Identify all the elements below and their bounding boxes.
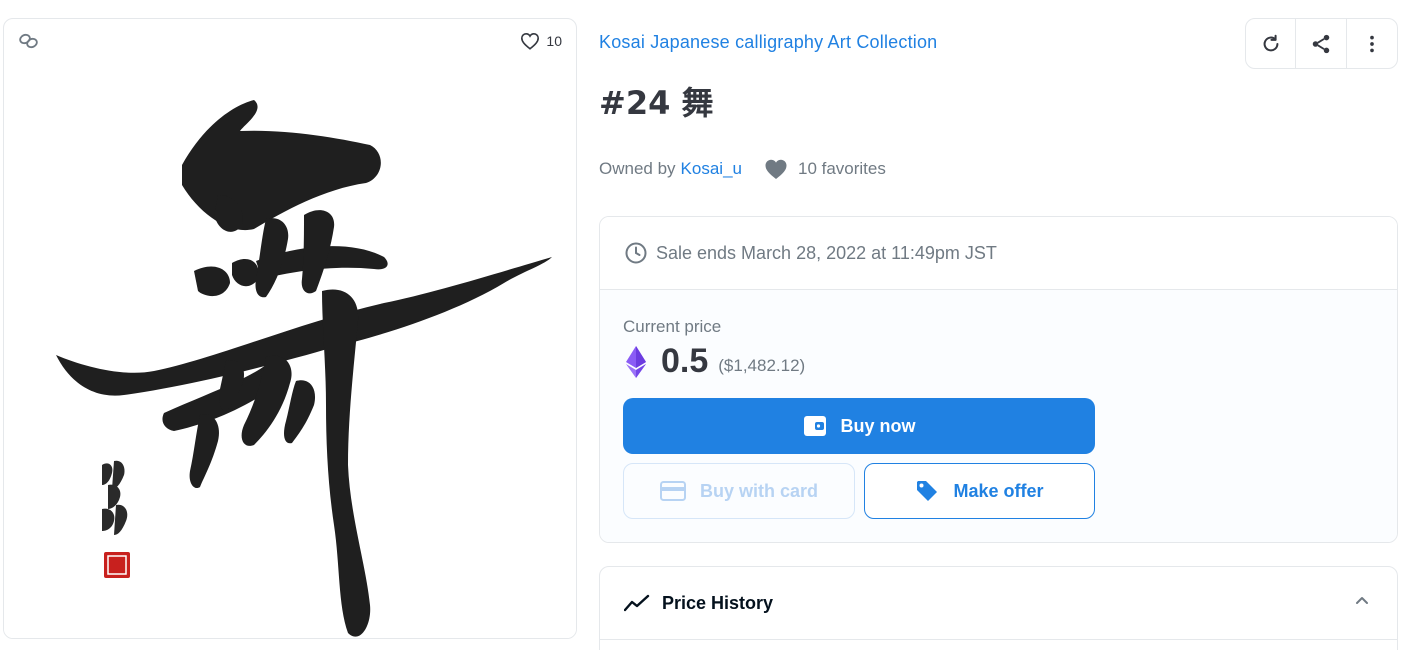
refresh-icon — [1263, 34, 1279, 51]
make-offer-label: Make offer — [953, 480, 1044, 501]
clock-icon — [625, 242, 647, 264]
more-vertical-icon — [1370, 35, 1374, 52]
sale-ends-header: Sale ends March 28, 2022 at 11:49pm JST — [600, 217, 1397, 290]
share-button[interactable] — [1296, 19, 1347, 68]
price-usd: ($1,482.12) — [718, 355, 806, 375]
buy-with-card-button[interactable]: Buy with card — [623, 463, 855, 519]
owned-by-label: Owned by — [599, 159, 676, 178]
trending-icon — [624, 594, 650, 612]
owner-row: Owned by Kosai_u 10 favorites — [599, 158, 886, 180]
buy-now-button[interactable]: Buy now — [623, 398, 1095, 454]
heart-outline-icon — [521, 32, 540, 50]
price-value: 0.5 — [661, 342, 709, 380]
artwork-card: 10 — [3, 18, 577, 639]
favorite-button[interactable]: 10 — [520, 32, 562, 50]
collection-link[interactable]: Kosai Japanese calligraphy Art Collectio… — [599, 32, 937, 53]
price-history-header[interactable]: Price History — [600, 567, 1397, 640]
item-title: #24 舞 — [599, 84, 714, 122]
sale-panel: Sale ends March 28, 2022 at 11:49pm JST … — [599, 216, 1398, 543]
more-button[interactable] — [1347, 19, 1397, 68]
buy-with-card-label: Buy with card — [699, 480, 819, 501]
chain-icon — [18, 33, 40, 49]
item-actions — [1245, 18, 1398, 69]
favorites-text: 10 favorites — [797, 159, 886, 178]
tag-icon — [917, 481, 938, 501]
heart-filled-icon — [765, 159, 787, 179]
wallet-icon — [803, 416, 826, 436]
buy-now-label: Buy now — [840, 415, 916, 436]
price-history-title: Price History — [662, 592, 774, 613]
price-history-panel: Price History — [599, 566, 1398, 650]
current-price-label: Current price — [623, 317, 722, 336]
calligraphy-artwork-image[interactable] — [4, 65, 577, 639]
favorites-info: 10 favorites — [764, 158, 886, 180]
owner-link[interactable]: Kosai_u — [681, 159, 742, 179]
sale-ends-text: Sale ends March 28, 2022 at 11:49pm JST — [656, 242, 997, 263]
sale-body: Current price 0.5 ($1,482.12) Buy now Bu… — [600, 290, 1397, 542]
artwork-toolbar: 10 — [4, 19, 576, 65]
ethereum-icon — [626, 345, 646, 378]
refresh-button[interactable] — [1246, 19, 1297, 68]
favorite-count: 10 — [546, 33, 562, 49]
chevron-up-icon[interactable] — [1355, 595, 1369, 605]
make-offer-button[interactable]: Make offer — [864, 463, 1095, 519]
share-icon — [1312, 34, 1330, 53]
price-row: 0.5 ($1,482.12) — [623, 342, 805, 381]
credit-card-icon — [659, 481, 686, 501]
